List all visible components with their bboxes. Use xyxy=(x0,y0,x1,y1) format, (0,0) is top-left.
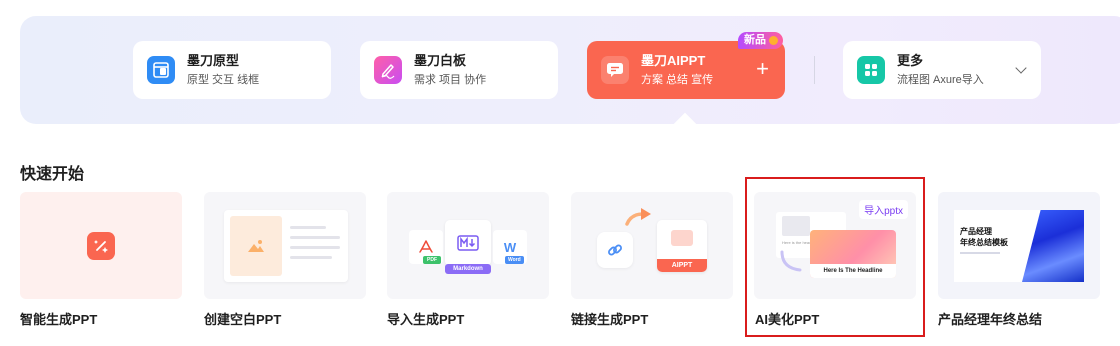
aippt-file-icon: AIPPT xyxy=(657,220,707,272)
quick-start-label[interactable]: 链接生成PPT xyxy=(571,309,648,328)
selection-highlight xyxy=(745,177,925,337)
grid-apps-icon xyxy=(857,56,885,84)
magic-wand-icon xyxy=(87,232,115,260)
new-badge-label: 新品 xyxy=(744,34,766,46)
link-icon xyxy=(597,232,633,268)
text-line xyxy=(290,256,332,259)
quick-start-label[interactable]: 产品经理年终总结 xyxy=(938,309,1042,328)
sparkle-dot-icon xyxy=(769,36,778,45)
add-icon[interactable]: + xyxy=(756,58,769,80)
template-slide-thumb: 产品经理 年终总结模板 xyxy=(954,210,1084,282)
tool-title: 墨刀原型 xyxy=(187,53,240,68)
file-type-tag-aippt: AIPPT xyxy=(657,259,707,272)
template-title-line-1: 产品经理 xyxy=(960,227,992,236)
quick-start-card-template[interactable]: 产品经理 年终总结模板 xyxy=(938,192,1100,299)
whiteboard-pen-icon xyxy=(374,56,402,84)
quick-start-label[interactable]: 创建空白PPT xyxy=(204,309,281,328)
file-type-tag-word: Word xyxy=(505,256,524,264)
quick-start-card-blank[interactable] xyxy=(204,192,366,299)
text-line xyxy=(960,252,1000,254)
quick-start-label[interactable]: 导入生成PPT xyxy=(387,309,464,328)
blank-slide-illustration xyxy=(224,210,348,282)
tool-subtitle: 方案 总结 宣传 xyxy=(641,74,714,86)
ai-ppt-icon xyxy=(601,56,629,84)
file-type-tag-pdf: PDF xyxy=(423,256,441,264)
tool-title: 墨刀AIPPT xyxy=(641,53,706,68)
arrow-right-icon xyxy=(625,206,653,233)
text-line xyxy=(290,246,340,249)
tool-card-aippt[interactable]: 墨刀AIPPT 方案 总结 宣传 + 新品 xyxy=(587,32,785,99)
image-placeholder-icon xyxy=(230,216,282,276)
template-title-line-2: 年终总结模板 xyxy=(960,238,1008,247)
tool-subtitle: 流程图 Axure导入 xyxy=(897,74,984,86)
tool-card-whiteboard[interactable]: 墨刀白板 需求 项目 协作 xyxy=(360,41,558,99)
section-title: 快速开始 xyxy=(20,166,85,183)
tool-title: 更多 xyxy=(897,53,924,68)
abstract-wave-graphic xyxy=(1022,210,1084,282)
text-line xyxy=(290,226,326,229)
new-badge: 新品 xyxy=(738,32,783,49)
tool-divider xyxy=(814,56,815,84)
slide-icon xyxy=(671,230,693,246)
quick-start-label[interactable]: 智能生成PPT xyxy=(20,309,97,328)
tool-card-prototype[interactable]: 墨刀原型 原型 交互 线框 xyxy=(133,41,331,99)
text-line xyxy=(290,236,340,239)
quick-start-card-import[interactable]: PDF Markdown W Word xyxy=(387,192,549,299)
tool-subtitle: 原型 交互 线框 xyxy=(187,74,260,86)
tool-card-more[interactable]: 更多 流程图 Axure导入 xyxy=(843,41,1041,99)
file-type-tag-markdown: Markdown xyxy=(445,264,491,274)
prototype-icon xyxy=(147,56,175,84)
tool-subtitle: 需求 项目 协作 xyxy=(414,74,487,86)
chevron-down-icon[interactable] xyxy=(1015,62,1027,74)
markdown-file-icon xyxy=(445,220,491,266)
tool-title: 墨刀白板 xyxy=(414,53,467,68)
template-title: 产品经理 年终总结模板 xyxy=(960,226,1008,248)
quick-start-card-smart[interactable] xyxy=(20,192,182,299)
quick-start-card-link[interactable]: AIPPT xyxy=(571,192,733,299)
